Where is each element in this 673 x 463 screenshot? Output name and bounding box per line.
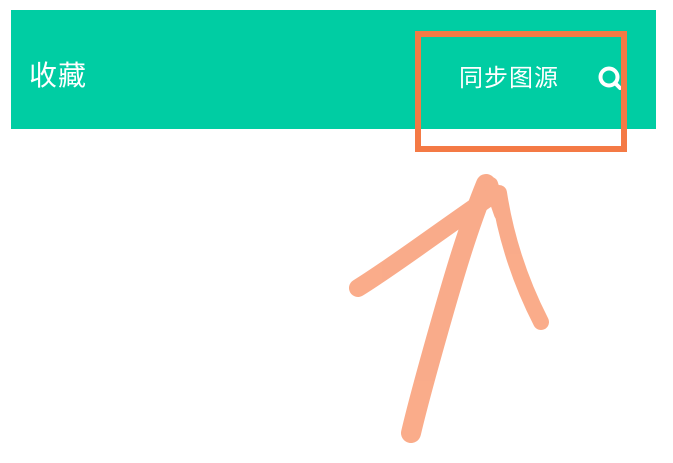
annotation-highlight-box — [415, 31, 627, 152]
screenshot-canvas: 收藏 同步图源 — [0, 0, 673, 463]
page-title: 收藏 — [29, 59, 88, 92]
arrow-tip-stroke — [484, 177, 508, 221]
arrow-shaft-stroke — [401, 174, 496, 443]
arrow-left-stroke — [349, 187, 500, 297]
arrow-right-stroke — [491, 185, 549, 330]
